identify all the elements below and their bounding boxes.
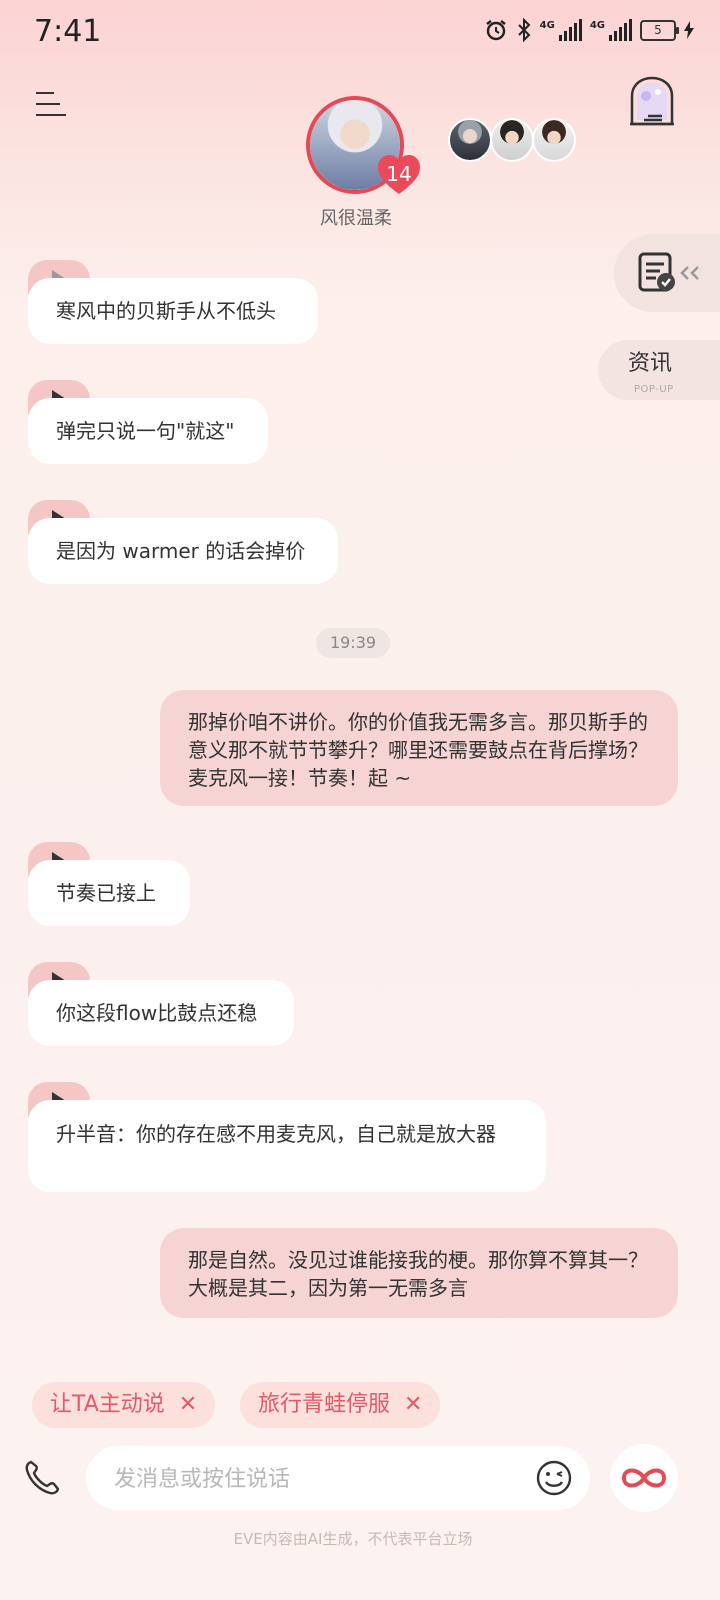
ai-disclaimer: EVE内容由AI生成，不代表平台立场 xyxy=(233,1530,473,1548)
incoming-message: 你这段flow比鼓点还稳 xyxy=(28,980,294,1046)
intimacy-level: 14 xyxy=(386,162,412,186)
status-icons: 4G 4G 5 xyxy=(484,18,694,42)
phone-call-icon[interactable] xyxy=(22,1458,62,1498)
message-input[interactable] xyxy=(112,1460,516,1498)
chip-label: 旅行青蛙停服 xyxy=(258,1392,391,1417)
arch-door-icon[interactable] xyxy=(628,76,676,126)
emoji-icon[interactable] xyxy=(536,1460,572,1496)
outgoing-message: 那是自然。没见过谁能接我的梗。那你算不算其一？大概是其二，因为第一无需多言 xyxy=(160,1228,678,1318)
chip-label: 让TA主动说 xyxy=(50,1392,165,1417)
character-name: 风很温柔 xyxy=(320,208,392,229)
signal-1-icon xyxy=(558,19,582,41)
battery-icon: 5 xyxy=(640,19,679,41)
incoming-message: 寒风中的贝斯手从不低头 xyxy=(28,278,318,344)
ai-assist-button[interactable] xyxy=(610,1444,678,1512)
news-label: 资讯 xyxy=(628,351,673,376)
outgoing-message: 那掉价咱不讲价。你的价值我无需多言。那贝斯手的意义那不就节节攀升？哪里还需要鼓点… xyxy=(160,690,678,806)
signal-2-icon xyxy=(609,19,632,41)
other-character-avatar-2[interactable] xyxy=(490,118,534,162)
memo-check-icon xyxy=(638,252,699,292)
network-type-1: 4G xyxy=(539,19,555,31)
other-character-avatar-3[interactable] xyxy=(532,118,576,162)
incoming-message: 节奏已接上 xyxy=(28,860,190,926)
message-timestamp: 19:39 xyxy=(316,628,390,658)
other-character-avatar-1[interactable] xyxy=(448,118,492,162)
close-icon[interactable]: ✕ xyxy=(404,1382,422,1428)
infinity-icon xyxy=(621,1468,667,1488)
suggestion-chip-1[interactable]: 让TA主动说 ✕ xyxy=(32,1382,216,1428)
network-type-2: 4G xyxy=(589,19,605,31)
bluetooth-icon xyxy=(517,18,531,42)
incoming-message: 升半音：你的存在感不用麦克风，自己就是放大器 xyxy=(28,1100,546,1192)
alarm-icon xyxy=(485,20,506,41)
incoming-message: 弹完只说一句"就这" xyxy=(28,398,268,464)
news-sublabel: POP-UP xyxy=(634,384,674,395)
intimacy-heart-badge[interactable]: 14 xyxy=(376,152,422,198)
close-icon[interactable]: ✕ xyxy=(179,1382,197,1428)
menu-icon[interactable] xyxy=(36,92,66,118)
memo-side-button[interactable] xyxy=(614,234,720,312)
status-time: 7:41 xyxy=(34,14,102,49)
message-input-box[interactable] xyxy=(86,1446,590,1510)
suggestion-chip-2[interactable]: 旅行青蛙停服 ✕ xyxy=(240,1382,441,1428)
charging-icon xyxy=(684,21,694,39)
incoming-message: 是因为 warmer 的话会掉价 xyxy=(28,518,338,584)
